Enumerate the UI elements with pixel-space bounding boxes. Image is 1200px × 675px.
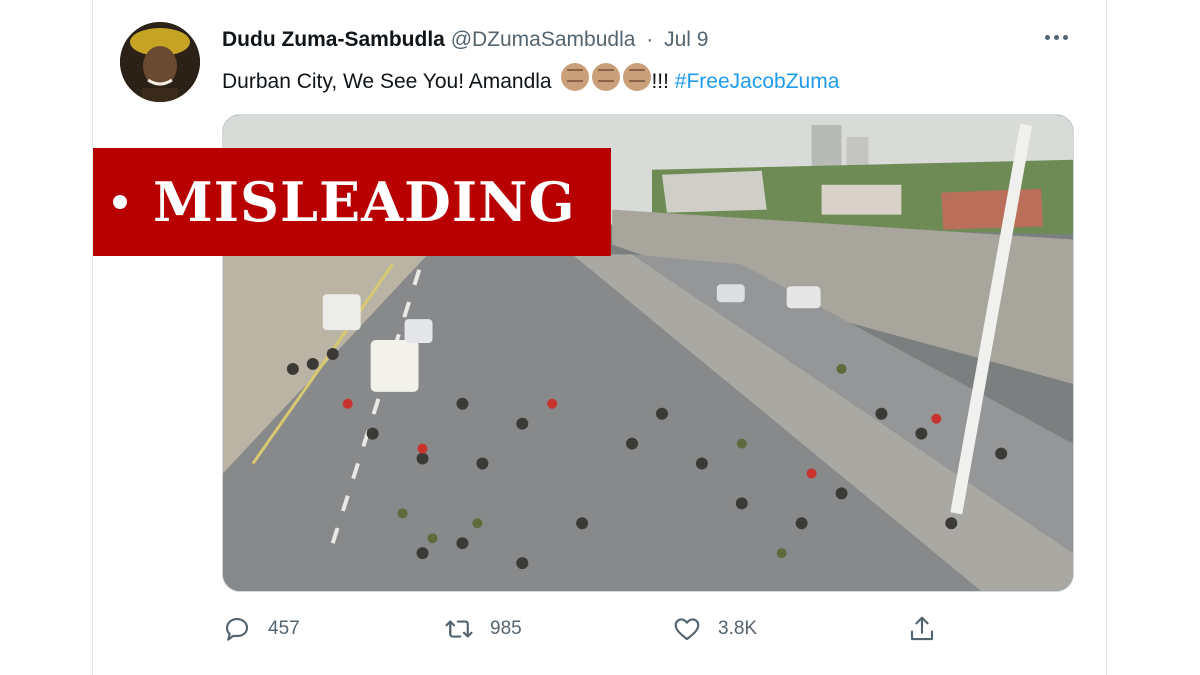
bullet-icon bbox=[113, 195, 127, 209]
author-handle[interactable]: @DZumaSambudla bbox=[451, 28, 636, 51]
raised-fist-icon bbox=[623, 63, 652, 91]
heart-icon bbox=[674, 618, 700, 641]
avatar-image bbox=[120, 22, 200, 102]
misleading-label-text: MISLEADING bbox=[153, 170, 576, 234]
reply-count: 457 bbox=[268, 618, 300, 639]
share-icon bbox=[910, 616, 934, 641]
like-button[interactable]: 3.8K bbox=[672, 614, 757, 644]
emoji-group bbox=[561, 63, 652, 91]
reply-button[interactable]: 457 bbox=[222, 614, 300, 644]
retweet-count: 985 bbox=[490, 618, 522, 639]
tweet-text: Durban City, We See You! Amandla !!! #Fr… bbox=[222, 63, 839, 94]
retweet-icon bbox=[445, 620, 473, 638]
raised-fist-icon bbox=[561, 63, 590, 91]
avatar[interactable] bbox=[120, 22, 200, 102]
raised-fist-icon bbox=[592, 63, 621, 91]
misleading-label: MISLEADING bbox=[93, 148, 611, 256]
tweet-date[interactable]: Jul 9 bbox=[664, 28, 708, 51]
tweet-header: Dudu Zuma-Sambudla @DZumaSambudla · Jul … bbox=[222, 28, 708, 52]
tweet-text-exclaim: !!! bbox=[651, 70, 669, 93]
share-button[interactable] bbox=[907, 614, 937, 644]
like-count: 3.8K bbox=[718, 618, 758, 639]
frame-border-right bbox=[1106, 0, 1107, 675]
tweet-text-main: Durban City, We See You! Amandla bbox=[222, 70, 552, 93]
header-separator: · bbox=[646, 28, 654, 51]
reply-icon bbox=[225, 617, 249, 641]
author-name[interactable]: Dudu Zuma-Sambudla bbox=[222, 28, 445, 51]
more-options-icon[interactable] bbox=[1043, 26, 1073, 50]
hashtag-link[interactable]: #FreeJacobZuma bbox=[675, 70, 840, 93]
tweet-actions: 457 985 3.8K bbox=[222, 614, 1074, 650]
frame-border-left bbox=[92, 0, 93, 675]
retweet-button[interactable]: 985 bbox=[444, 614, 522, 644]
